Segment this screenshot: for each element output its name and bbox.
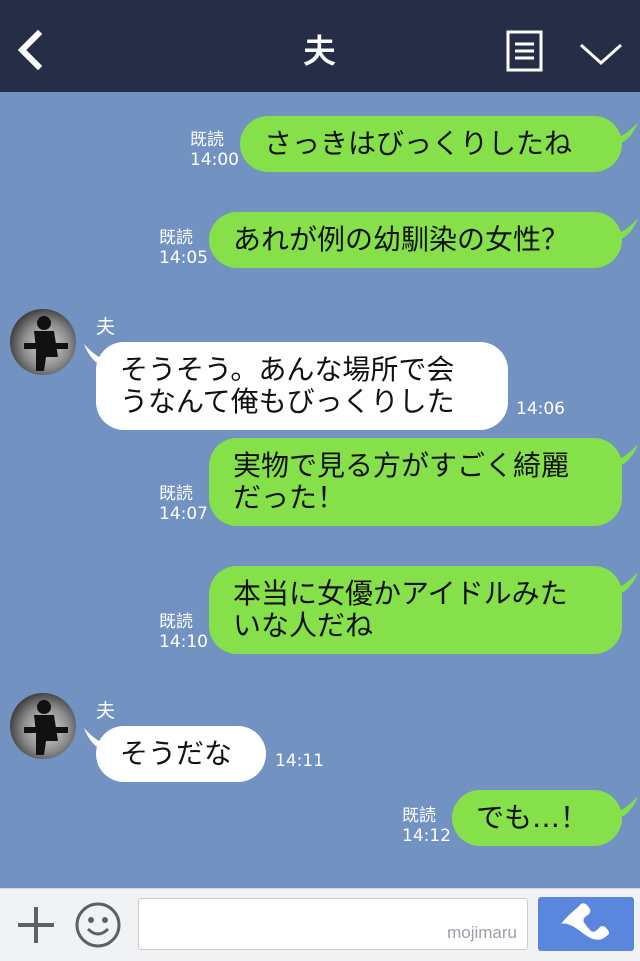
person-silhouette-icon: [24, 700, 68, 755]
message-time: 14:12: [402, 826, 451, 846]
collapse-button[interactable]: [578, 36, 624, 70]
read-receipt: 既読: [159, 484, 193, 504]
message-time: 14:10: [159, 632, 208, 652]
bubble-tail: [606, 218, 638, 238]
message-text: でも…！: [476, 801, 589, 834]
message-text: 実物で見る方がすごく綺麗 だった！: [233, 449, 570, 514]
watermark: mojimaru: [447, 923, 517, 942]
read-receipt: 既読: [159, 612, 193, 632]
read-receipt: 既読: [190, 130, 224, 150]
message-text: そうだな: [120, 737, 233, 770]
read-receipt: 既読: [402, 806, 436, 826]
chevron-down-icon: [579, 43, 623, 66]
plus-icon: [18, 907, 54, 943]
message-time: 14:00: [190, 150, 239, 170]
bubble-tail: [606, 796, 638, 816]
sender-name: 夫: [96, 700, 116, 722]
message-bubble-sent[interactable]: あれが例の幼馴染の女性？: [209, 212, 622, 268]
bubble-tail: [606, 572, 638, 592]
message-text: あれが例の幼馴染の女性？: [233, 223, 570, 256]
chat-title: 夫: [303, 32, 337, 70]
message-bubble-sent[interactable]: 本当に女優かアイドルみた いな人だね: [209, 566, 622, 654]
avatar[interactable]: [10, 309, 76, 375]
message-bubble-sent[interactable]: でも…！: [452, 790, 622, 846]
message-meta: 既読 14:10: [159, 612, 208, 652]
call-button[interactable]: [538, 897, 634, 951]
avatar[interactable]: [10, 693, 76, 759]
emoji-button[interactable]: [74, 901, 122, 949]
message-meta: 既読 14:07: [159, 484, 208, 524]
phone-icon: [561, 903, 609, 940]
message-time: 14:07: [159, 504, 208, 524]
person-silhouette-icon: [24, 316, 68, 371]
sender-name: 夫: [96, 316, 116, 338]
message-text: 本当に女優かアイドルみた いな人だね: [233, 577, 568, 642]
message-time: 14:11: [275, 751, 324, 771]
message-input[interactable]: mojimaru: [138, 898, 528, 950]
message-meta: 既読 14:05: [159, 228, 208, 268]
message-meta: 既読 14:00: [190, 130, 239, 170]
message-meta: 既読 14:12: [402, 806, 451, 846]
message-bubble-sent[interactable]: さっきはびっくりしたね: [240, 116, 622, 172]
message-bubble-sent[interactable]: 実物で見る方がすごく綺麗 だった！: [209, 438, 622, 526]
chat-header: 夫: [0, 0, 640, 92]
read-receipt: 既読: [159, 228, 193, 248]
notes-icon: [506, 30, 543, 72]
message-list[interactable]: 既読 14:00 さっきはびっくりしたね 既読 14:05 あれが例の幼馴染の女…: [0, 92, 640, 888]
bubble-tail: [606, 444, 638, 464]
message-time: 14:05: [159, 248, 208, 268]
smiley-icon: [75, 902, 121, 948]
message-text: そうそう。あんな場所で会 うなんて俺もびっくりした: [120, 353, 455, 418]
input-bar: mojimaru: [0, 888, 640, 961]
bubble-tail: [606, 122, 638, 142]
message-bubble-received[interactable]: そうだな: [96, 726, 266, 782]
message-time: 14:06: [516, 399, 565, 419]
message-bubble-received[interactable]: そうそう。あんな場所で会 うなんて俺もびっくりした: [96, 342, 508, 430]
notes-button[interactable]: [506, 30, 544, 72]
add-attachment-button[interactable]: [14, 903, 58, 947]
message-text: さっきはびっくりしたね: [264, 127, 573, 160]
